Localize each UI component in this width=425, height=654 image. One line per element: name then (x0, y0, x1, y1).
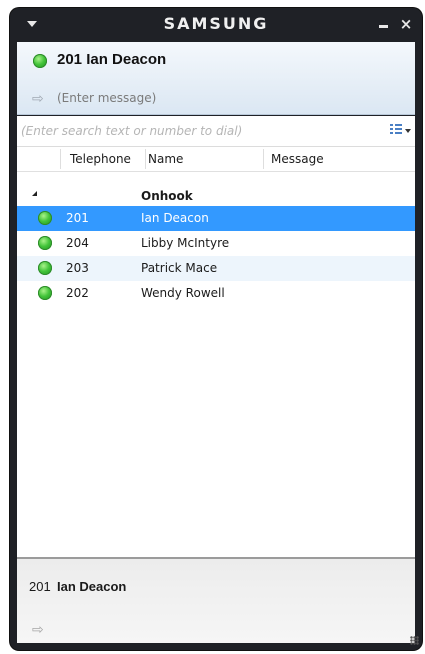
presence-status-icon (33, 54, 47, 68)
group-label: Onhook (141, 189, 193, 203)
brand-logo: SAMSUNG (163, 14, 269, 33)
message-row: ⇨ (17, 84, 415, 114)
message-arrow-icon: ⇨ (32, 91, 44, 107)
search-bar (17, 116, 415, 147)
status-message-input[interactable] (57, 88, 397, 108)
telephone-cell: 203 (66, 261, 89, 275)
presence-status-icon (38, 236, 52, 250)
current-user-label: 201 Ian Deacon (57, 51, 167, 68)
chevron-down-icon (405, 129, 411, 133)
list-view-icon (390, 124, 402, 136)
presence-status-icon (38, 261, 52, 275)
name-cell: Libby McIntyre (141, 236, 230, 250)
name-cell: Patrick Mace (141, 261, 218, 275)
name-cell: Ian Deacon (141, 211, 209, 225)
close-icon[interactable]: × (398, 13, 414, 35)
title-bar[interactable]: SAMSUNG × (10, 8, 422, 42)
group-header-onhook[interactable]: Onhook (17, 187, 415, 205)
selected-telephone: 201 (29, 579, 51, 594)
resize-grip[interactable] (410, 636, 419, 645)
view-options-button[interactable] (390, 123, 414, 139)
search-input[interactable] (21, 121, 351, 141)
minimize-icon[interactable] (379, 25, 388, 28)
contact-list: Telephone Name Message Onhook 201 Ian De… (17, 147, 415, 557)
collapse-triangle-icon[interactable] (32, 191, 37, 196)
telephone-cell: 204 (66, 236, 89, 250)
column-header-name[interactable]: Name (148, 147, 183, 171)
list-item[interactable]: 202 Wendy Rowell (17, 281, 415, 306)
column-header-telephone[interactable]: Telephone (70, 147, 131, 171)
presence-status-icon (38, 286, 52, 300)
list-item[interactable]: 203 Patrick Mace (17, 256, 415, 281)
send-message-icon[interactable]: ⇨ (32, 622, 44, 638)
samsung-client-window: SAMSUNG × 201 Ian Deacon ⇨ Telephone Nam… (10, 8, 422, 650)
list-item[interactable]: 204 Libby McIntyre (17, 231, 415, 256)
telephone-cell: 201 (66, 211, 89, 225)
selected-contact-panel: 201 Ian Deacon ⇨ (17, 557, 415, 643)
column-header-message[interactable]: Message (271, 147, 324, 171)
list-item[interactable]: 201 Ian Deacon (17, 206, 415, 231)
name-cell: Wendy Rowell (141, 286, 225, 300)
presence-status-icon (38, 211, 52, 225)
column-headers: Telephone Name Message (17, 147, 415, 172)
selected-name: Ian Deacon (57, 579, 127, 594)
telephone-cell: 202 (66, 286, 89, 300)
